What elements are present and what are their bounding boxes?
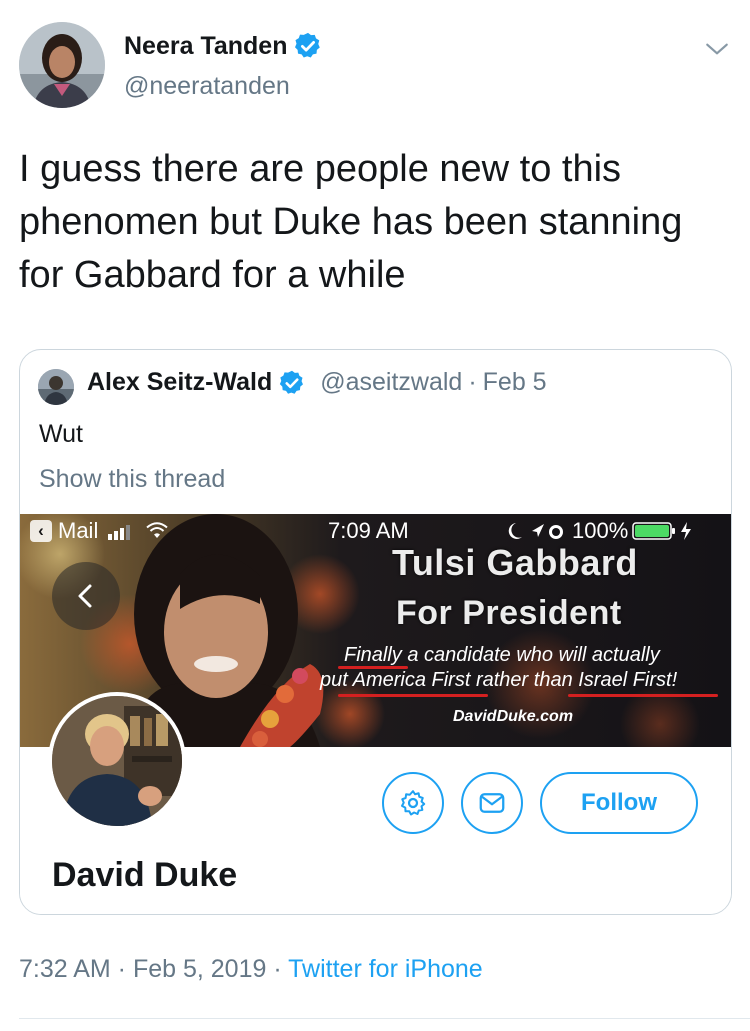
profile-avatar[interactable] bbox=[48, 692, 186, 830]
wifi-icon bbox=[146, 522, 168, 538]
banner-site: DavidDuke.com bbox=[453, 708, 574, 725]
quoted-author-handle[interactable]: @aseitzwald bbox=[320, 368, 462, 397]
verified-badge-icon bbox=[295, 32, 321, 58]
separator-dot: · bbox=[110, 955, 133, 983]
gear-icon bbox=[401, 790, 426, 816]
settings-button[interactable] bbox=[382, 772, 444, 834]
author-handle[interactable]: @neeratanden bbox=[124, 72, 290, 101]
battery-percent: 100% bbox=[572, 518, 629, 543]
separator-dot: · bbox=[468, 368, 477, 396]
follow-button[interactable]: Follow bbox=[540, 772, 698, 834]
quoted-author-avatar[interactable] bbox=[38, 369, 74, 405]
banner-title-line2: For President bbox=[396, 594, 622, 632]
chevron-down-icon[interactable] bbox=[704, 36, 730, 62]
author-name[interactable]: Neera Tanden bbox=[124, 32, 287, 61]
battery-icon bbox=[632, 522, 676, 540]
divider bbox=[19, 1018, 750, 1019]
quoted-date[interactable]: Feb 5 bbox=[483, 368, 547, 397]
charging-icon bbox=[681, 522, 692, 540]
quoted-author-name[interactable]: Alex Seitz-Wald bbox=[87, 368, 272, 397]
quoted-tweet-card[interactable]: Alex Seitz-Wald @aseitzwald · Feb 5 Wut … bbox=[19, 349, 732, 915]
banner-text-line2: put America First rather than Israel Fir… bbox=[320, 669, 678, 691]
banner-underline bbox=[338, 694, 488, 697]
tweet-meta: 7:32 AM · Feb 5, 2019 · Twitter for iPho… bbox=[19, 955, 483, 984]
banner-title-line1: Tulsi Gabbard bbox=[392, 542, 638, 583]
tweet-time[interactable]: 7:32 AM bbox=[19, 955, 111, 983]
tweet-date[interactable]: Feb 5, 2019 bbox=[133, 955, 266, 983]
signal-icon bbox=[108, 525, 131, 540]
back-button[interactable] bbox=[52, 562, 120, 630]
status-icons bbox=[508, 523, 563, 539]
status-time: 7:09 AM bbox=[328, 518, 409, 543]
quoted-media-image[interactable]: ‹ Mail 7:09 AM 100% Tulsi Gabbard For Pr… bbox=[20, 514, 731, 914]
status-back-app: Mail bbox=[58, 518, 99, 543]
show-thread-link[interactable]: Show this thread bbox=[39, 465, 225, 494]
message-button[interactable] bbox=[461, 772, 523, 834]
quoted-tweet-text: Wut bbox=[39, 420, 83, 448]
back-arrow-icon: ‹ bbox=[30, 520, 52, 542]
tweet-text: I guess there are people new to this phe… bbox=[19, 148, 683, 296]
envelope-icon bbox=[479, 793, 505, 813]
banner-underline bbox=[568, 694, 718, 697]
author-avatar[interactable] bbox=[19, 22, 105, 108]
banner-text-line1: Finally a candidate who will actually bbox=[344, 644, 660, 666]
separator-dot: · bbox=[266, 955, 289, 983]
profile-name: David Duke bbox=[52, 856, 238, 894]
verified-badge-icon bbox=[280, 370, 304, 394]
tweet-source-link[interactable]: Twitter for iPhone bbox=[288, 955, 483, 983]
